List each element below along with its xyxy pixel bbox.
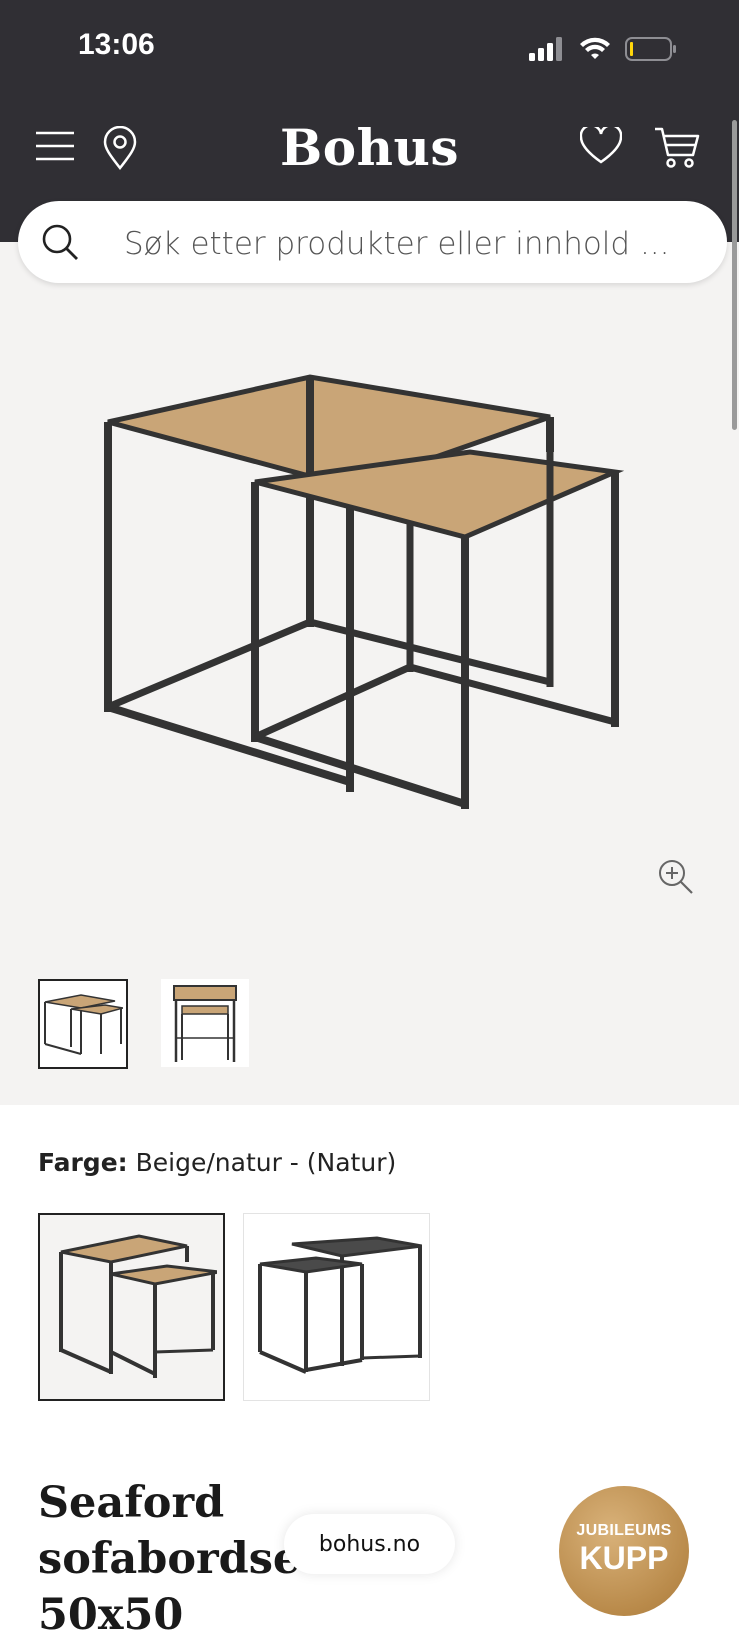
search-icon — [42, 224, 78, 260]
color-label-value: Beige/natur - (Natur) — [135, 1148, 397, 1177]
thumbnail-image — [173, 985, 237, 1062]
jubileums-kupp-badge: JUBILEUMS KUPP — [559, 1486, 689, 1616]
search-bar[interactable]: Søk etter produkter eller innhold ... — [18, 201, 727, 283]
product-gallery — [0, 242, 739, 1105]
product-main-image[interactable] — [100, 372, 640, 822]
badge-line2: KUPP — [579, 1540, 669, 1576]
swatch-image-natur — [58, 1234, 217, 1378]
zoom-in-icon[interactable] — [658, 859, 694, 895]
status-icons — [529, 34, 677, 64]
product-title-line2: 50x50 — [38, 1590, 184, 1640]
color-swatch-natur[interactable] — [38, 1213, 225, 1401]
thumbnail-image — [44, 994, 123, 1055]
badge-line1: JUBILEUMS — [576, 1522, 672, 1539]
cart-icon — [655, 127, 700, 168]
color-label-key: Farge: — [38, 1148, 128, 1177]
gallery-thumbnail[interactable] — [38, 979, 128, 1069]
swatch-image-black — [257, 1236, 422, 1374]
brand-logo[interactable]: Bohus — [0, 118, 739, 177]
cart-button[interactable] — [654, 126, 700, 168]
battery-icon — [625, 37, 676, 61]
signal-icon — [529, 37, 562, 61]
color-swatch-black[interactable] — [243, 1213, 430, 1401]
browser-url-pill[interactable]: bohus.no — [284, 1514, 455, 1574]
gallery-thumbnail[interactable] — [161, 979, 249, 1067]
search-input[interactable]: Søk etter produkter eller innhold ... — [124, 226, 670, 262]
wishlist-button[interactable] — [580, 126, 622, 166]
color-label: Farge: Beige/natur - (Natur) — [38, 1148, 396, 1177]
status-time: 13:06 — [78, 28, 155, 61]
wifi-icon — [580, 37, 610, 59]
page-scrollbar[interactable] — [732, 120, 737, 430]
heart-icon — [580, 127, 622, 164]
